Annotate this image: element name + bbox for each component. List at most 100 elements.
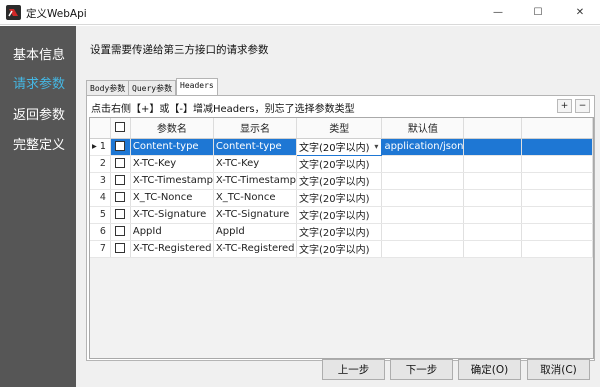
- chevron-down-icon[interactable]: ▾: [374, 142, 378, 151]
- params-table: 参数名 显示名 类型 默认值 ▸ 1 Content-type Content-…: [90, 118, 593, 258]
- type-value: 文字(20字以内): [298, 143, 370, 154]
- row-checkbox[interactable]: [115, 192, 126, 202]
- extra-cell: [463, 172, 523, 190]
- param-name-cell[interactable]: AppId: [130, 223, 214, 241]
- column-header-type[interactable]: 类型: [296, 118, 383, 139]
- tab-body-params[interactable]: Body参数: [86, 80, 130, 95]
- row-number: 5: [90, 206, 111, 224]
- row-checkbox[interactable]: [115, 175, 126, 185]
- row-checkbox-cell[interactable]: [110, 206, 131, 224]
- column-header-display-name[interactable]: 显示名: [213, 118, 297, 139]
- extra-cell: [521, 155, 593, 173]
- row-number: 7: [90, 240, 111, 258]
- table-row[interactable]: 6 AppId AppId 文字(20字以内): [90, 223, 593, 241]
- extra-cell: [463, 223, 523, 241]
- row-checkbox-cell[interactable]: [110, 223, 131, 241]
- minimize-icon: —: [493, 7, 503, 18]
- param-name-cell[interactable]: Content-type: [130, 138, 214, 156]
- tab-headers[interactable]: Headers: [176, 78, 218, 96]
- main-panel: 设置需要传递给第三方接口的请求参数 Body参数 Query参数 Headers…: [76, 26, 600, 387]
- param-name-cell[interactable]: X-TC-Signature: [130, 206, 214, 224]
- row-checkbox-cell[interactable]: [110, 172, 131, 190]
- param-name-cell[interactable]: X_TC-Nonce: [130, 189, 214, 207]
- row-number: 6: [90, 223, 111, 241]
- type-cell[interactable]: 文字(20字以内): [296, 172, 383, 190]
- row-checkbox[interactable]: [115, 141, 126, 151]
- minus-icon: −: [578, 101, 587, 111]
- row-checkbox-cell[interactable]: [110, 155, 131, 173]
- row-checkbox[interactable]: [115, 226, 126, 236]
- default-value-cell[interactable]: [381, 223, 465, 241]
- type-cell[interactable]: 文字(20字以内): [296, 240, 383, 258]
- type-cell[interactable]: 文字(20字以内): [296, 189, 383, 207]
- close-icon: ✕: [575, 7, 585, 18]
- cancel-button[interactable]: 取消(C): [527, 359, 590, 380]
- ok-button[interactable]: 确定(O): [458, 359, 521, 380]
- type-cell[interactable]: 文字(20字以内): [296, 223, 383, 241]
- display-name-cell[interactable]: X-TC-Timestamp: [213, 172, 297, 190]
- default-value-cell[interactable]: [381, 172, 465, 190]
- column-header-default-value[interactable]: 默认值: [381, 118, 465, 139]
- nav-item-basic-info[interactable]: 基本信息: [13, 44, 65, 63]
- display-name-cell[interactable]: X-TC-Signature: [213, 206, 297, 224]
- column-header-extra-2: [521, 118, 593, 139]
- type-cell[interactable]: 文字(20字以内): [296, 155, 383, 173]
- table-row[interactable]: ▸ 1 Content-type Content-type 文字(20字以内) ▾…: [90, 137, 593, 156]
- row-checkbox[interactable]: [115, 243, 126, 253]
- table-row[interactable]: 4 X_TC-Nonce X_TC-Nonce 文字(20字以内): [90, 189, 593, 207]
- window-title: 定义WebApi: [26, 8, 87, 20]
- params-grid: 参数名 显示名 类型 默认值 ▸ 1 Content-type Content-…: [89, 117, 594, 359]
- row-checkbox-cell[interactable]: [110, 240, 131, 258]
- default-value-cell[interactable]: [381, 206, 465, 224]
- param-name-cell[interactable]: X-TC-Timestamp: [130, 172, 214, 190]
- select-all-checkbox[interactable]: [115, 122, 126, 133]
- extra-cell: [521, 138, 593, 156]
- maximize-button[interactable]: ☐: [518, 0, 558, 25]
- table-row[interactable]: 3 X-TC-Timestamp X-TC-Timestamp 文字(20字以内…: [90, 172, 593, 190]
- row-checkbox[interactable]: [115, 209, 126, 219]
- row-checkbox-cell[interactable]: [110, 189, 131, 207]
- default-value-cell[interactable]: [381, 240, 465, 258]
- next-step-button[interactable]: 下一步: [390, 359, 453, 380]
- remove-row-button[interactable]: −: [575, 99, 590, 113]
- row-number: 2: [90, 155, 111, 173]
- current-row-icon: ▸: [92, 141, 97, 152]
- add-row-button[interactable]: +: [557, 99, 572, 113]
- tab-query-params[interactable]: Query参数: [128, 80, 177, 95]
- default-value-cell[interactable]: [381, 155, 465, 173]
- maximize-icon: ☐: [533, 7, 543, 18]
- select-all-header[interactable]: [110, 118, 131, 139]
- table-row[interactable]: 5 X-TC-Signature X-TC-Signature 文字(20字以内…: [90, 206, 593, 224]
- table-row[interactable]: 2 X-TC-Key X-TC-Key 文字(20字以内): [90, 155, 593, 173]
- row-checkbox[interactable]: [115, 158, 126, 168]
- prev-step-button[interactable]: 上一步: [322, 359, 385, 380]
- extra-cell: [463, 138, 523, 156]
- extra-cell: [521, 189, 593, 207]
- nav-item-request-params[interactable]: 请求参数: [13, 73, 65, 92]
- param-name-cell[interactable]: X-TC-Key: [130, 155, 214, 173]
- type-dropdown[interactable]: 文字(20字以内) ▾: [295, 137, 383, 156]
- default-value-cell[interactable]: application/json: [381, 138, 465, 156]
- hint-text: 点击右侧【+】或【-】增减Headers，别忘了选择参数类型: [91, 104, 355, 115]
- table-header-row: 参数名 显示名 类型 默认值: [90, 118, 593, 139]
- display-name-cell[interactable]: X-TC-Registered: [213, 240, 297, 258]
- row-checkbox-cell[interactable]: [110, 138, 131, 156]
- minimize-button[interactable]: —: [478, 0, 518, 25]
- type-cell[interactable]: 文字(20字以内): [296, 206, 383, 224]
- default-value-cell[interactable]: [381, 189, 465, 207]
- display-name-cell[interactable]: Content-type: [213, 138, 297, 156]
- plus-icon: +: [560, 101, 569, 111]
- display-name-cell[interactable]: AppId: [213, 223, 297, 241]
- page-description: 设置需要传递给第三方接口的请求参数: [90, 44, 269, 56]
- app-icon: [6, 5, 21, 20]
- table-row[interactable]: 7 X-TC-Registered X-TC-Registered 文字(20字…: [90, 240, 593, 258]
- nav-item-full-definition[interactable]: 完整定义: [13, 134, 65, 153]
- close-button[interactable]: ✕: [560, 0, 600, 25]
- nav-item-response-params[interactable]: 返回参数: [13, 104, 65, 123]
- extra-cell: [463, 206, 523, 224]
- column-header-param-name[interactable]: 参数名: [130, 118, 214, 139]
- display-name-cell[interactable]: X_TC-Nonce: [213, 189, 297, 207]
- headers-panel: 点击右侧【+】或【-】增减Headers，别忘了选择参数类型 + − 参数名 显…: [86, 95, 595, 361]
- param-name-cell[interactable]: X-TC-Registered: [130, 240, 214, 258]
- display-name-cell[interactable]: X-TC-Key: [213, 155, 297, 173]
